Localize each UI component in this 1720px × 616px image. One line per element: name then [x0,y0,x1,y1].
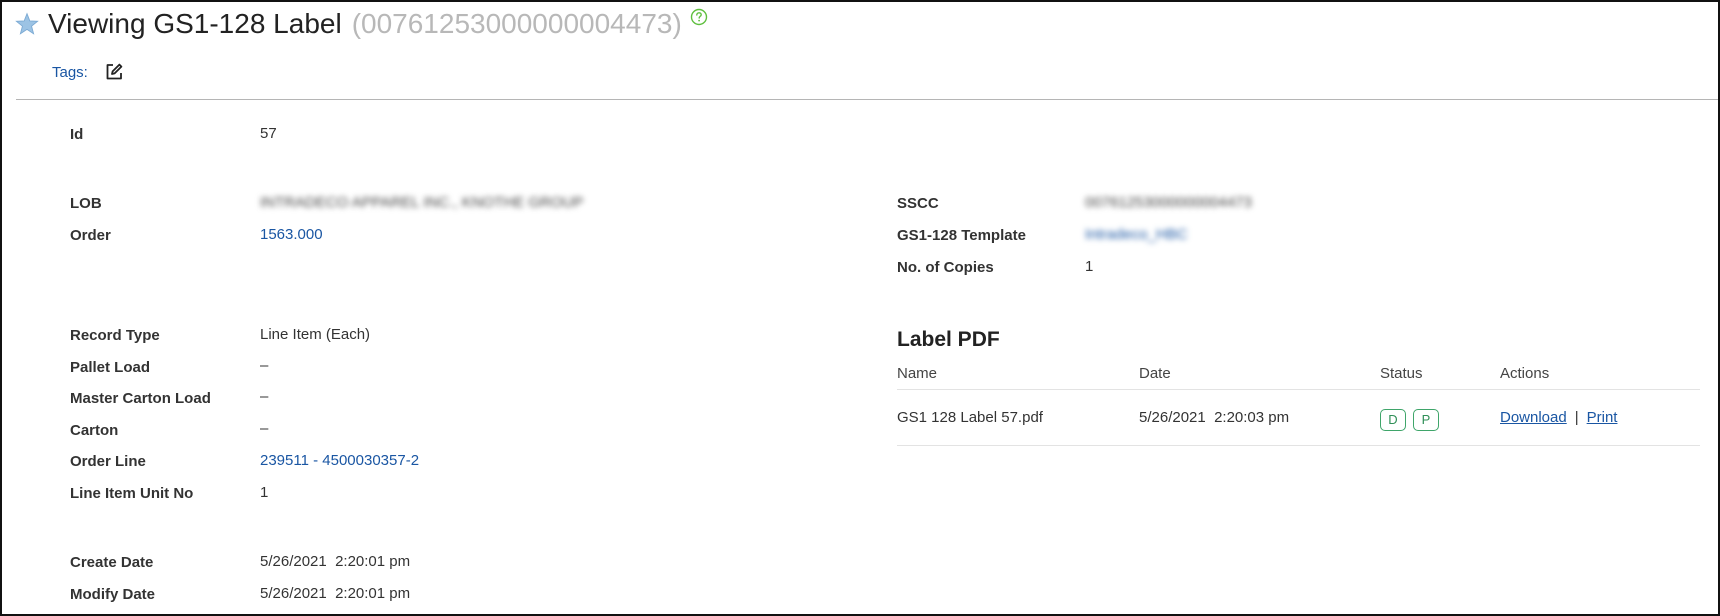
status-badge-p: P [1413,409,1439,431]
actions-separator: | [1574,409,1579,426]
record-type-label: Record Type [70,327,160,344]
column-header-name: Name [897,365,938,382]
order-label: Order [70,227,111,244]
template-link[interactable]: Intradeco_HBC [1085,226,1188,243]
line-item-unit-no-value: 1 [260,484,269,501]
lob-value: INTRADECO APPAREL INC., KNOTHE GROUP [260,194,584,211]
order-line-label: Order Line [70,453,146,470]
page-title: Viewing GS1-128 Label [48,8,342,39]
label-pdf-title: Label PDF [897,328,1000,351]
order-link[interactable]: 1563.000 [260,226,323,243]
carton-value: – [260,420,269,437]
page-frame: Viewing GS1-128 Label (00761253000000004… [0,0,1720,616]
pdf-date-cell: 5/26/2021 2:20:03 pm [1139,409,1290,426]
column-header-date: Date [1139,365,1171,382]
help-icon[interactable] [690,8,708,26]
pdf-name-cell: GS1 128 Label 57.pdf [897,409,1043,426]
template-label: GS1-128 Template [897,227,1026,244]
copies-label: No. of Copies [897,259,994,276]
record-type-value: Line Item (Each) [260,326,371,343]
star-icon[interactable] [14,11,40,37]
modify-date-value: 5/26/2021 2:20:01 pm [260,585,411,602]
column-header-status: Status [1380,365,1423,382]
status-badge-d: D [1380,409,1406,431]
sscc-value: 00761253000000004473 [1085,194,1252,211]
id-value: 57 [260,125,277,142]
print-link[interactable]: Print [1587,409,1618,426]
line-item-unit-no-label: Line Item Unit No [70,485,194,502]
create-date-value: 5/26/2021 2:20:01 pm [260,553,411,570]
pallet-load-value: – [260,357,269,374]
edit-icon[interactable] [104,62,124,82]
create-date-label: Create Date [70,554,154,571]
modify-date-label: Modify Date [70,586,156,603]
table-header-divider [897,389,1700,390]
order-line-link[interactable]: 239511 - 4500030357-2 [260,452,419,469]
master-carton-load-value: – [260,388,269,405]
id-label: Id [70,126,84,143]
header-divider [16,99,1718,100]
page-header: Viewing GS1-128 Label (00761253000000004… [14,8,708,40]
copies-value: 1 [1085,258,1094,275]
pallet-load-label: Pallet Load [70,359,151,376]
tags-row: Tags: [52,62,124,82]
lob-label: LOB [70,195,102,212]
pdf-actions-cell: Download | Print [1500,409,1617,426]
sscc-label: SSCC [897,195,939,212]
master-carton-load-label: Master Carton Load [70,390,211,407]
carton-label: Carton [70,422,119,439]
column-header-actions: Actions [1500,365,1550,382]
table-row-divider [897,445,1700,446]
tags-label[interactable]: Tags: [52,64,88,81]
download-link[interactable]: Download [1500,409,1567,426]
page-title-id: (00761253000000004473) [351,8,682,39]
